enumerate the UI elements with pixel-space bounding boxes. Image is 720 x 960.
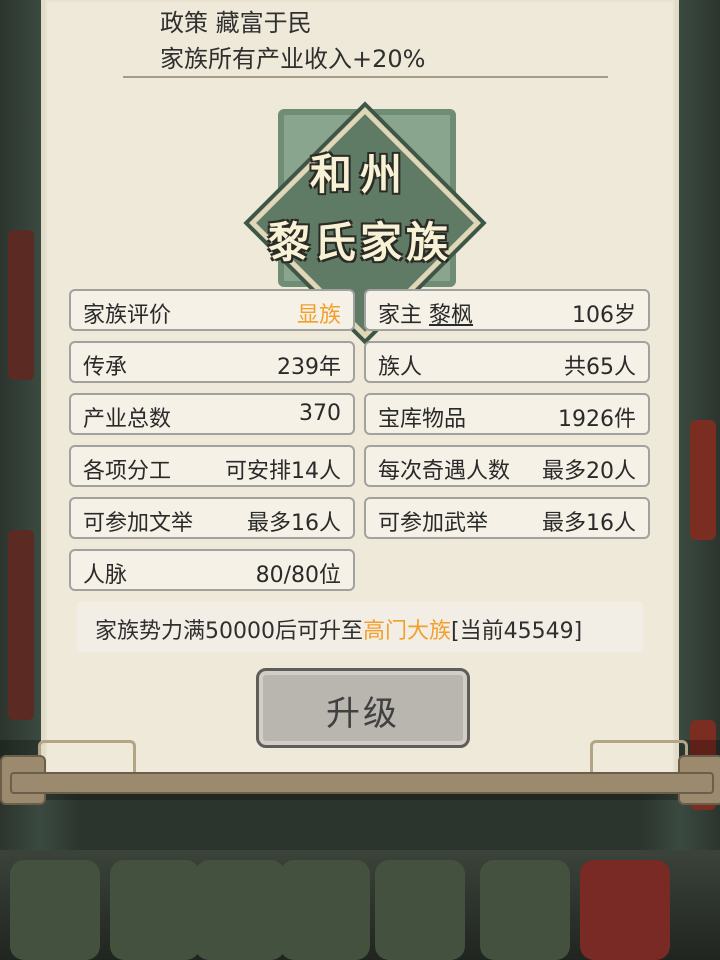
stat-family-head: 家主 黎枫 106岁: [364, 289, 650, 331]
left-side-banner: [8, 230, 34, 380]
family-head-name-link[interactable]: 黎枫: [429, 303, 473, 328]
stat-value: 可安排14人: [225, 459, 341, 484]
stat-label: 人脉: [83, 563, 128, 588]
stat-label: 族人: [378, 355, 423, 380]
stat-label: 每次奇遇人数: [378, 459, 511, 484]
stat-martial-exam: 可参加武举 最多16人: [364, 497, 650, 539]
stat-label: 家族评价: [83, 303, 172, 328]
stat-value: 1926件: [558, 407, 636, 432]
divider: [123, 76, 608, 78]
stat-label: 可参加武举: [378, 511, 489, 536]
stat-value: 最多16人: [542, 511, 636, 536]
stat-value: 最多16人: [247, 511, 341, 536]
stat-members: 族人 共65人: [364, 341, 650, 383]
stat-value: 370: [299, 401, 341, 426]
stat-industries: 产业总数 370: [69, 393, 355, 435]
stat-family-rating: 家族评价 显族: [69, 289, 355, 331]
stat-assignments: 各项分工 可安排14人: [69, 445, 355, 487]
stat-connections: 人脉 80/80位: [69, 549, 355, 591]
stat-value: 共65人: [564, 355, 636, 380]
stat-encounters: 每次奇遇人数 最多20人: [364, 445, 650, 487]
tools-icon[interactable]: [280, 860, 370, 960]
lantern-icon[interactable]: [580, 860, 670, 960]
right-side-banner: [690, 420, 716, 540]
book-icon[interactable]: [10, 860, 100, 960]
policy-description: 家族所有产业收入+20%: [160, 45, 426, 73]
character-icon[interactable]: [110, 860, 200, 960]
stat-value: 239年: [277, 355, 341, 380]
requirement-text: 家族势力满50000后可升至高门大族[当前45549]: [95, 619, 583, 644]
upgrade-button[interactable]: 升级: [256, 668, 470, 748]
stat-value: 显族: [296, 303, 341, 328]
stat-treasury-items: 宝库物品 1926件: [364, 393, 650, 435]
scroll-rod: [10, 772, 714, 794]
upgrade-requirement: 家族势力满50000后可升至高门大族[当前45549]: [77, 602, 643, 652]
stat-value: 最多20人: [542, 459, 636, 484]
palace-icon[interactable]: [195, 860, 285, 960]
chest-icon[interactable]: [375, 860, 465, 960]
stat-label: 宝库物品: [378, 407, 467, 432]
policy-title: 政策 藏富于民: [160, 9, 312, 37]
requirement-target: 高门大族: [363, 619, 452, 644]
stat-value: 106岁: [572, 303, 636, 328]
stat-label: 家主 黎枫: [378, 303, 474, 328]
upgrade-button-label: 升级: [326, 694, 400, 734]
stat-label: 产业总数: [83, 407, 172, 432]
stat-inheritance: 传承 239年: [69, 341, 355, 383]
stat-value: 80/80位: [255, 563, 341, 588]
scroll-icon[interactable]: [480, 860, 570, 960]
stat-label: 传承: [83, 355, 128, 380]
left-side-banner: [8, 530, 34, 720]
emblem-family-name: 黎氏家族: [267, 218, 452, 267]
stat-label: 各项分工: [83, 459, 172, 484]
stat-label: 可参加文举: [83, 511, 194, 536]
emblem-region: 和州: [309, 150, 410, 199]
stat-civil-exam: 可参加文举 最多16人: [69, 497, 355, 539]
